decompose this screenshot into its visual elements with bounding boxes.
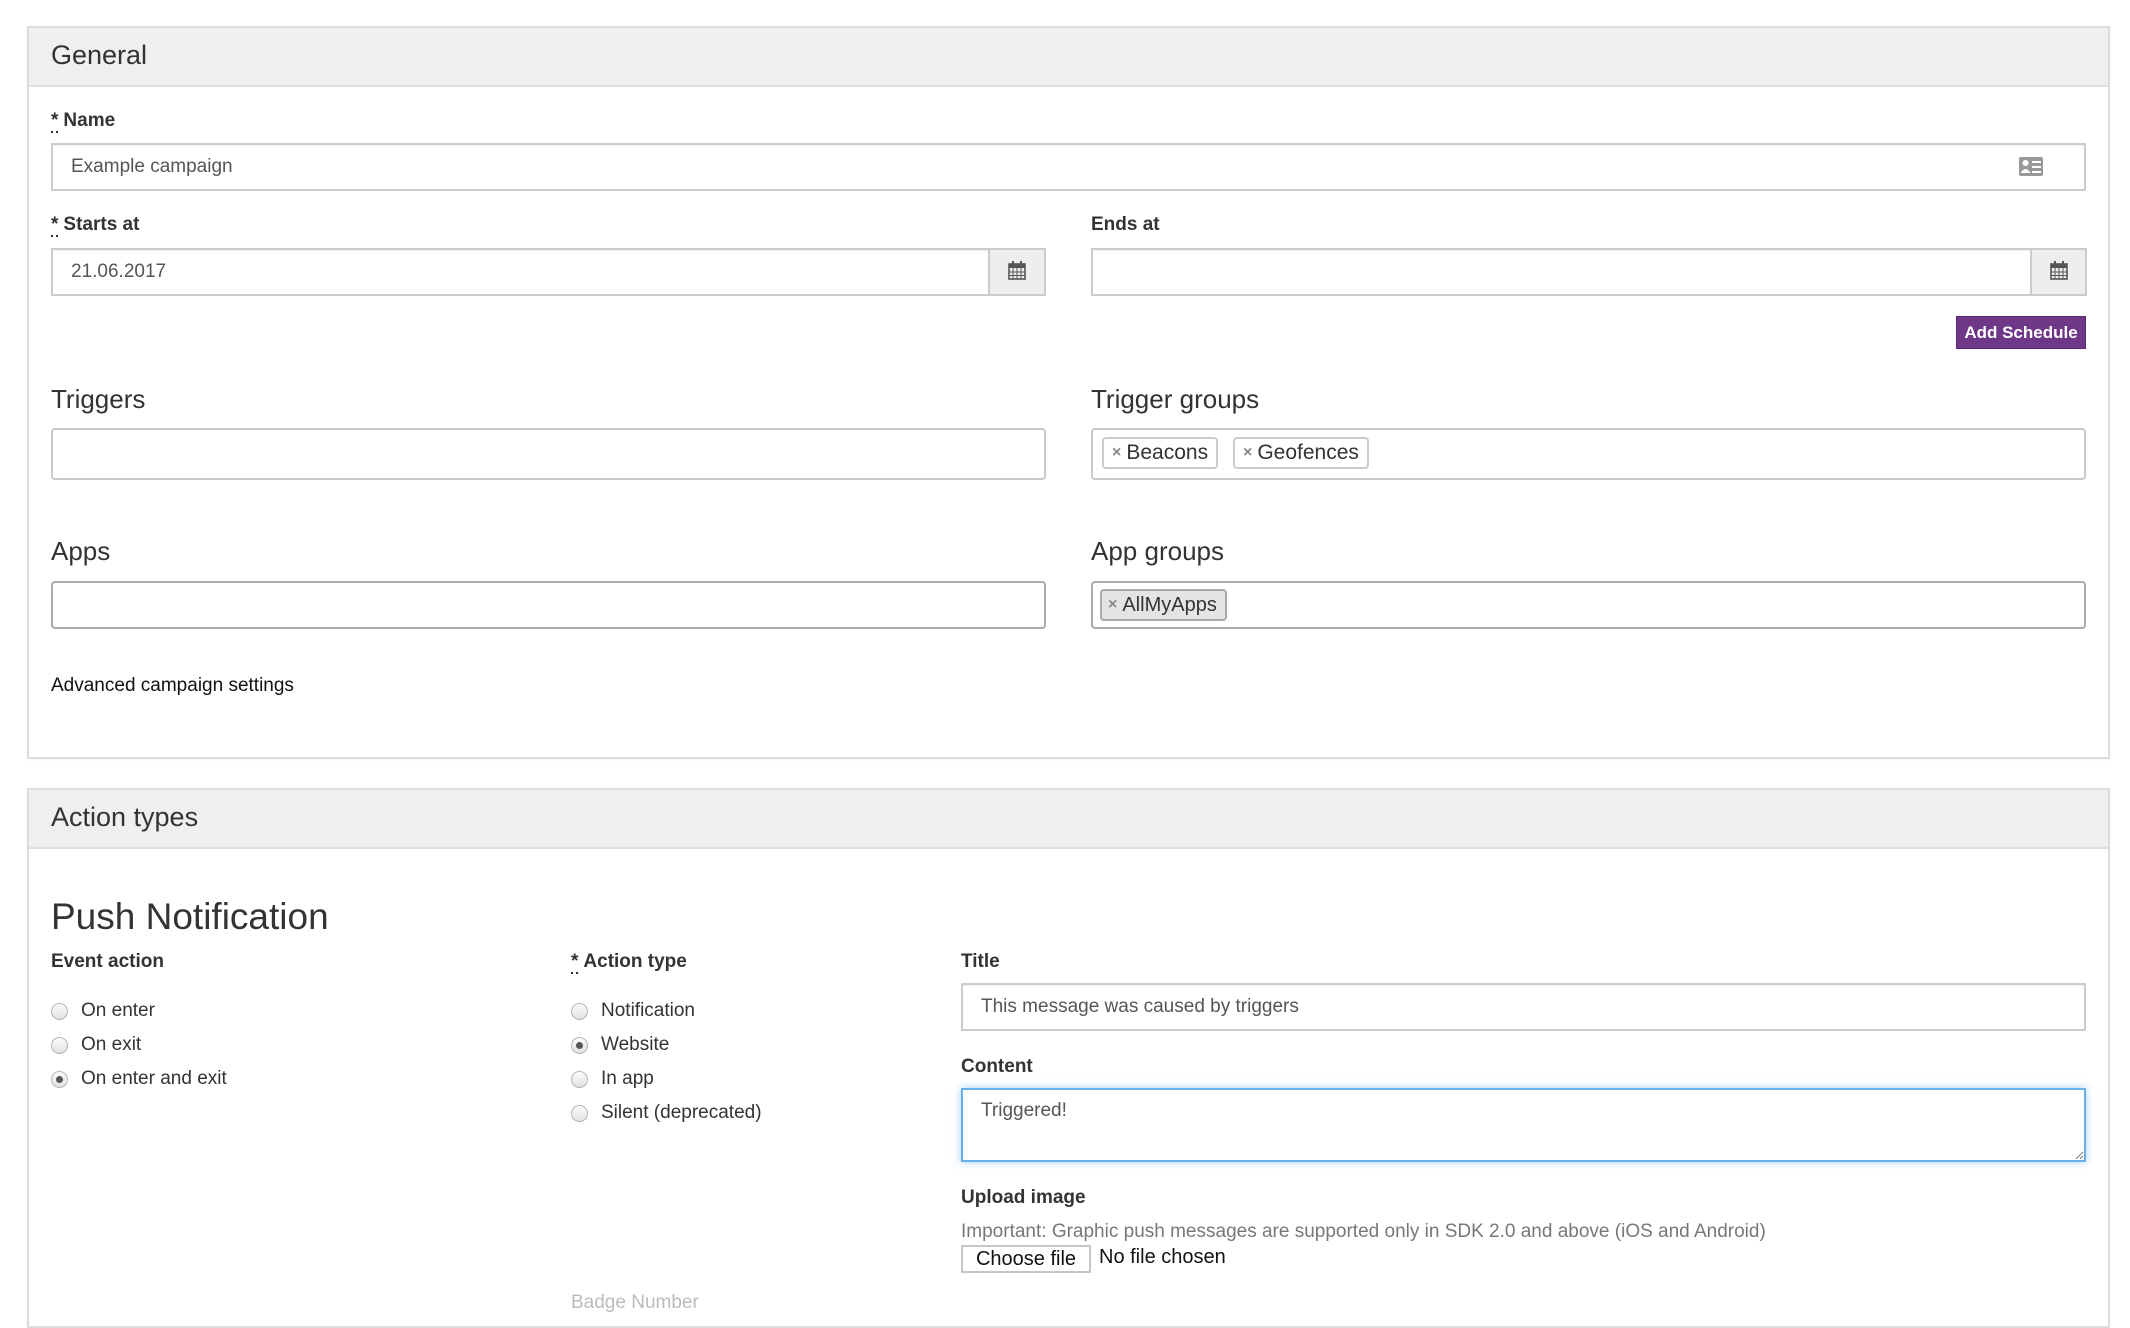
name-label-text: Name <box>63 110 116 131</box>
calendar-icon <box>2049 260 2068 285</box>
radio-label: Notification <box>601 1000 695 1021</box>
tag-label: AllMyApps <box>1122 593 1217 616</box>
remove-tag-icon[interactable]: × <box>1243 444 1252 462</box>
badge-number-label: Badge Number <box>571 1292 699 1313</box>
action-types-panel-header: Action types <box>29 790 2108 849</box>
tag-beacons[interactable]: × Beacons <box>1102 437 1219 469</box>
name-input-value: Example campaign <box>71 156 233 177</box>
radio-label: On exit <box>81 1034 142 1055</box>
ends-at-label: Ends at <box>1091 214 1160 235</box>
radio-notification[interactable]: Notification <box>571 1000 695 1022</box>
radio-button-selected[interactable] <box>51 1070 68 1088</box>
tag-allmyapps[interactable]: × AllMyApps <box>1100 589 1227 621</box>
radio-in-app[interactable]: In app <box>571 1068 654 1090</box>
title-input[interactable]: This message was caused by triggers <box>961 983 2086 1031</box>
title-input-value: This message was caused by triggers <box>981 996 1299 1017</box>
radio-website[interactable]: Website <box>571 1034 669 1056</box>
name-label: * Name <box>51 110 116 133</box>
action-types-panel-title: Action types <box>51 802 199 832</box>
radio-label: In app <box>601 1068 654 1089</box>
content-label: Content <box>961 1056 1033 1077</box>
radio-label: Website <box>601 1034 670 1055</box>
starts-at-input[interactable]: 21.06.2017 <box>51 248 990 296</box>
starts-at-label: * Starts at <box>51 214 140 237</box>
upload-image-note: Important: Graphic push messages are sup… <box>961 1221 1766 1242</box>
radio-button[interactable] <box>51 1002 68 1020</box>
radio-on-enter[interactable]: On enter <box>51 1000 155 1022</box>
radio-button[interactable] <box>571 1070 588 1088</box>
general-panel: General <box>27 26 2110 759</box>
action-type-label: * Action type <box>571 951 687 974</box>
radio-button-selected[interactable] <box>571 1036 588 1054</box>
add-schedule-button[interactable]: Add Schedule <box>1956 316 2086 349</box>
radio-button[interactable] <box>571 1104 588 1122</box>
radio-on-enter-and-exit[interactable]: On enter and exit <box>51 1068 227 1090</box>
radio-button[interactable] <box>51 1036 68 1054</box>
triggers-label: Triggers <box>51 384 146 414</box>
radio-button[interactable] <box>571 1002 588 1020</box>
upload-image-label: Upload image <box>961 1187 1086 1208</box>
file-status: No file chosen <box>1099 1246 1226 1268</box>
name-input[interactable]: Example campaign <box>51 143 2086 191</box>
event-action-label: Event action <box>51 951 164 972</box>
tag-label: Geofences <box>1257 441 1359 464</box>
content-textarea[interactable]: Triggered! <box>961 1088 2086 1162</box>
starts-at-label-text: Starts at <box>63 214 140 235</box>
ends-at-input[interactable] <box>1091 248 2032 296</box>
radio-label: Silent (deprecated) <box>601 1102 762 1123</box>
triggers-select[interactable] <box>51 428 1046 480</box>
app-groups-label: App groups <box>1091 536 1224 566</box>
apps-select[interactable] <box>51 581 1046 629</box>
calendar-icon <box>1008 260 1026 285</box>
required-mark: * <box>51 214 59 237</box>
advanced-campaign-settings-link[interactable]: Advanced campaign settings <box>51 675 294 697</box>
app-groups-select[interactable] <box>1091 581 2086 629</box>
title-label: Title <box>961 951 1000 972</box>
starts-at-input-value: 21.06.2017 <box>71 261 167 282</box>
required-mark: * <box>571 951 579 974</box>
contact-card-icon <box>2019 157 2043 176</box>
radio-silent[interactable]: Silent (deprecated) <box>571 1102 762 1124</box>
remove-tag-icon[interactable]: × <box>1112 444 1121 462</box>
starts-at-calendar-button[interactable] <box>988 248 1046 296</box>
remove-tag-icon[interactable]: × <box>1108 596 1117 614</box>
radio-label: On enter and exit <box>81 1068 227 1089</box>
choose-file-button[interactable]: Choose file <box>961 1245 1091 1273</box>
tag-label: Beacons <box>1126 441 1209 464</box>
radio-on-exit[interactable]: On exit <box>51 1034 141 1056</box>
trigger-groups-label: Trigger groups <box>1091 384 1260 414</box>
apps-label: Apps <box>51 536 111 566</box>
general-panel-title: General <box>51 40 148 70</box>
push-notification-heading: Push Notification <box>51 896 329 937</box>
tag-geofences[interactable]: × Geofences <box>1233 437 1369 469</box>
general-panel-header: General <box>29 28 2108 87</box>
radio-label: On enter <box>81 1000 155 1021</box>
required-mark: * <box>51 110 59 133</box>
ends-at-calendar-button[interactable] <box>2030 248 2087 296</box>
action-type-label-text: Action type <box>583 951 687 972</box>
